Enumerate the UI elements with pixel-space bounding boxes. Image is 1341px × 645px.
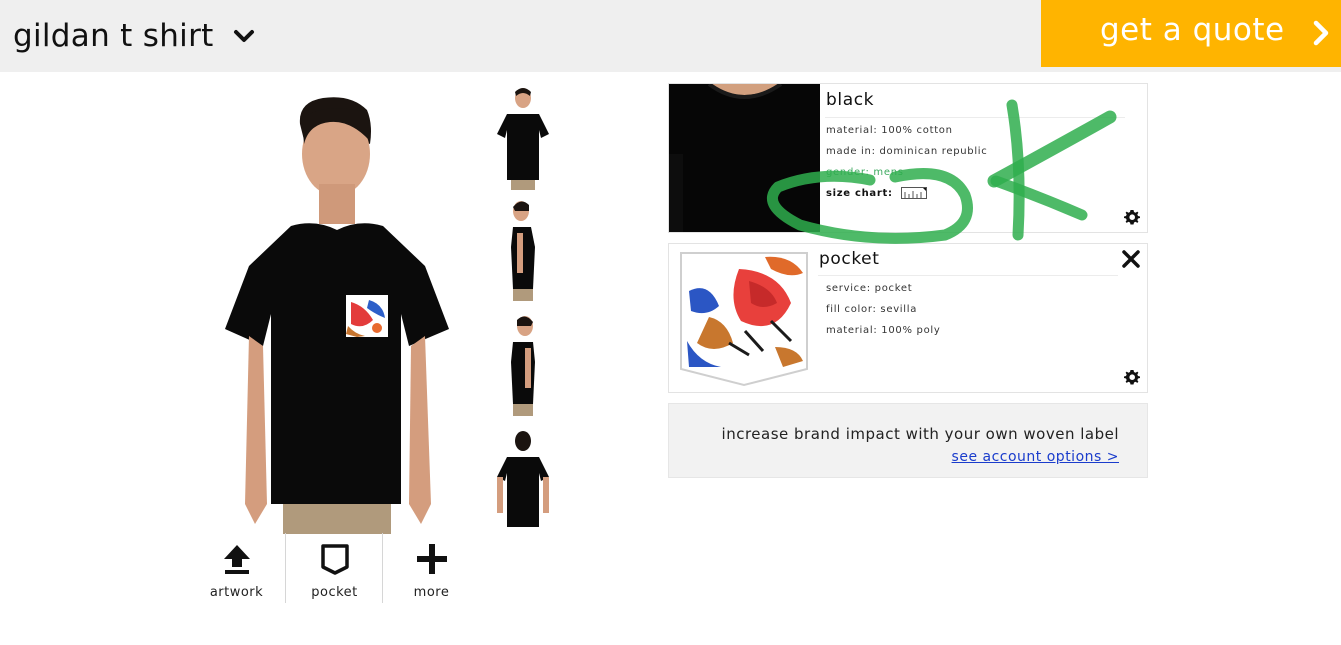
pocket-fabric-swatch[interactable]	[679, 251, 809, 387]
chevron-right-icon	[1313, 20, 1329, 46]
divider	[818, 275, 1118, 276]
thumbnail-front[interactable]	[487, 84, 559, 194]
close-icon[interactable]	[1122, 250, 1140, 268]
pocket-tool-button[interactable]: pocket	[285, 533, 382, 603]
get-a-quote-button[interactable]: get a quote	[1041, 0, 1341, 67]
pocket-service: service: pocket	[826, 283, 913, 294]
upload-arrow-icon	[224, 545, 250, 574]
more-tool-button[interactable]: more	[382, 533, 479, 603]
pocket-card: pocket service: pocket fill color: sevil…	[668, 243, 1148, 393]
thumbnail-side-1[interactable]	[487, 199, 559, 309]
pocket-icon	[321, 544, 349, 575]
artwork-label: artwork	[209, 585, 264, 600]
gear-icon[interactable]	[1124, 209, 1140, 225]
size-chart-link[interactable]: size chart:	[826, 187, 927, 199]
thumbnail-back[interactable]	[487, 429, 559, 539]
thumbnail-strip	[487, 84, 559, 544]
pocket-label: pocket	[311, 585, 358, 600]
woven-label-promo: increase brand impact with your own wove…	[668, 403, 1148, 478]
gear-icon[interactable]	[1124, 369, 1140, 385]
pocket-material: material: 100% poly	[826, 325, 941, 336]
chevron-down-icon	[233, 30, 254, 42]
top-bar: gildan t shirt get a quote	[0, 0, 1341, 72]
account-options-link[interactable]: see account options >	[952, 449, 1119, 465]
promo-text: increase brand impact with your own wove…	[721, 425, 1119, 443]
design-tools: artwork pocket more	[188, 533, 479, 603]
garment-material: material: 100% cotton	[826, 125, 953, 136]
garment-color-title: black	[826, 90, 875, 110]
garment-made-in: made in: dominican republic	[826, 146, 988, 157]
pocket-fill-color: fill color: sevilla	[826, 304, 918, 315]
artwork-tool-button[interactable]: artwork	[188, 533, 285, 603]
garment-gender: gender: mens	[826, 167, 904, 178]
thumbnail-side-2[interactable]	[487, 314, 559, 424]
product-selector[interactable]: gildan t shirt	[13, 14, 256, 58]
size-chart-label: size chart:	[826, 188, 893, 199]
more-label: more	[413, 585, 450, 600]
model-front-image	[225, 97, 449, 534]
pocket-title: pocket	[819, 249, 880, 269]
garment-color-swatch[interactable]	[669, 84, 820, 232]
ruler-icon	[900, 187, 927, 199]
garment-card: black material: 100% cotton made in: dom…	[668, 83, 1148, 233]
product-title: gildan t shirt	[13, 18, 214, 54]
divider	[825, 117, 1125, 118]
get-a-quote-label: get a quote	[1100, 12, 1285, 48]
plus-icon	[417, 544, 447, 574]
main-product-preview	[205, 84, 470, 534]
